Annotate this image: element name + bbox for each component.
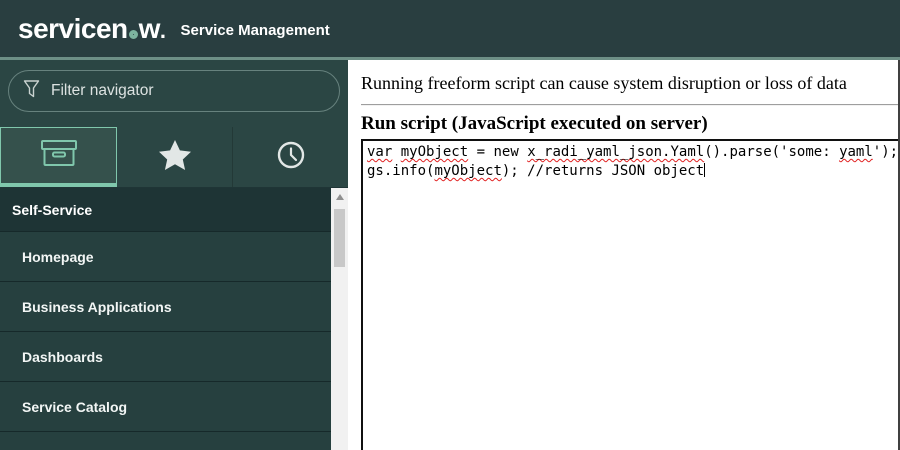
- code-segment: ');: [872, 144, 899, 160]
- sidebar-scrollbar[interactable]: [331, 188, 348, 450]
- sidebar-item-homepage[interactable]: Homepage: [0, 232, 331, 282]
- code-segment: gs.info(: [367, 163, 435, 179]
- warning-text: Running freeform script can cause system…: [361, 73, 847, 93]
- misspelled-token: var: [367, 144, 393, 160]
- scroll-up-arrow-icon: [335, 193, 344, 200]
- filter-navigator-input[interactable]: Filter navigator: [8, 70, 340, 112]
- scroll-up-button[interactable]: [331, 188, 348, 205]
- main-content: Running freeform script can cause system…: [348, 60, 900, 450]
- logo-o-ring-icon: [128, 29, 138, 39]
- scrollbar-thumb[interactable]: [334, 209, 345, 267]
- code-line: gs.info(myObject); //returns JSON object: [367, 162, 900, 181]
- script-textarea[interactable]: var myObject = new x_radi_yaml_json.Yaml…: [361, 139, 900, 450]
- servicenow-app: servicen w. Service Management Filter nav…: [0, 0, 900, 450]
- app-header: servicen w. Service Management: [0, 0, 900, 57]
- logo-text-prefix: servicen: [18, 12, 128, 44]
- misspelled-token: myObject: [400, 144, 469, 160]
- logo-text-suffix: w: [138, 12, 161, 44]
- funnel-icon: [23, 79, 40, 104]
- code-content: var myObject = new x_radi_yaml_json.Yaml…: [367, 143, 900, 181]
- run-script-heading: Run script (JavaScript executed on serve…: [361, 113, 708, 134]
- sidebar-item-dashboards[interactable]: Dashboards: [0, 332, 331, 382]
- code-line: var myObject = new x_radi_yaml_json.Yaml…: [367, 143, 900, 162]
- code-segment: = new: [468, 144, 528, 160]
- filter-navigator-placeholder: Filter navigator: [51, 82, 154, 99]
- code-segment: ); //returns JSON object: [501, 163, 705, 179]
- box-icon: [40, 138, 78, 173]
- logo-trademark-dot: .: [159, 17, 166, 43]
- nav-items-container: Homepage Business Applications Dashboards S…: [0, 232, 331, 432]
- misspelled-token: x_radi_yaml_json.Yaml: [527, 144, 705, 160]
- tab-history[interactable]: [233, 127, 348, 187]
- tab-all-applications[interactable]: [0, 127, 117, 187]
- tab-favorites[interactable]: [117, 127, 233, 187]
- divider: [361, 104, 900, 106]
- nav-list: Self-Service Homepage Business Applicatio…: [0, 188, 331, 450]
- sidebar: Filter navigator Self-Service Homepage B…: [0, 60, 348, 450]
- misspelled-token: yaml: [839, 144, 873, 160]
- code-segment: ().parse('some:: [704, 144, 840, 160]
- sidebar-section-self-service[interactable]: Self-Service: [0, 188, 331, 232]
- text-cursor: [704, 163, 706, 177]
- clock-icon: [277, 141, 305, 174]
- misspelled-token: myObject: [434, 163, 502, 179]
- star-icon: [158, 139, 192, 176]
- sidebar-item-business-applications[interactable]: Business Applications: [0, 282, 331, 332]
- app-title: Service Management: [180, 21, 330, 39]
- sidebar-tabs: [0, 127, 348, 188]
- servicenow-logo[interactable]: servicen w.: [18, 13, 166, 45]
- sidebar-item-service-catalog[interactable]: Service Catalog: [0, 382, 331, 432]
- filter-navigator-wrap: Filter navigator: [0, 60, 348, 127]
